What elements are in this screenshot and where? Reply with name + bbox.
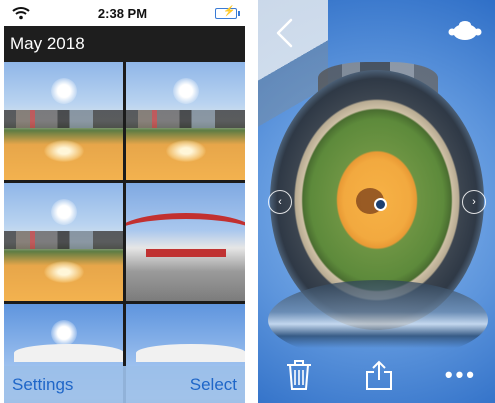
wifi-icon <box>12 7 30 20</box>
more-icon[interactable]: ••• <box>445 364 477 386</box>
photo-grid <box>4 62 245 403</box>
photo-thumbnail[interactable] <box>126 183 245 301</box>
album-title: May 2018 <box>4 26 245 62</box>
settings-button[interactable]: Settings <box>12 375 73 395</box>
photo-thumbnail[interactable] <box>4 62 123 180</box>
select-button[interactable]: Select <box>190 375 237 395</box>
status-time: 2:38 PM <box>97 5 148 21</box>
viewer-toolbar: ••• <box>258 352 495 398</box>
photo-viewer-screen[interactable]: ‹ › ••• <box>258 0 495 403</box>
view-center-marker <box>374 198 387 211</box>
gallery-bottom-bar: Settings Select <box>4 366 245 403</box>
chevron-right-circle-icon[interactable]: › <box>462 190 486 214</box>
battery-icon: ⚡ <box>214 6 240 19</box>
chevron-left-circle-icon[interactable]: ‹ <box>268 190 292 214</box>
gallery-screen: 2:38 PM ⚡ May 2018 Settings Select <box>4 0 245 403</box>
building-image <box>268 280 488 360</box>
chevron-left-icon[interactable] <box>274 18 294 48</box>
photo-thumbnail[interactable] <box>126 62 245 180</box>
vr-headset-icon[interactable] <box>448 20 482 42</box>
photo-thumbnail[interactable] <box>4 183 123 301</box>
share-icon[interactable] <box>364 359 394 391</box>
status-bar: 2:38 PM ⚡ <box>4 0 245 26</box>
trash-icon[interactable] <box>284 359 314 391</box>
